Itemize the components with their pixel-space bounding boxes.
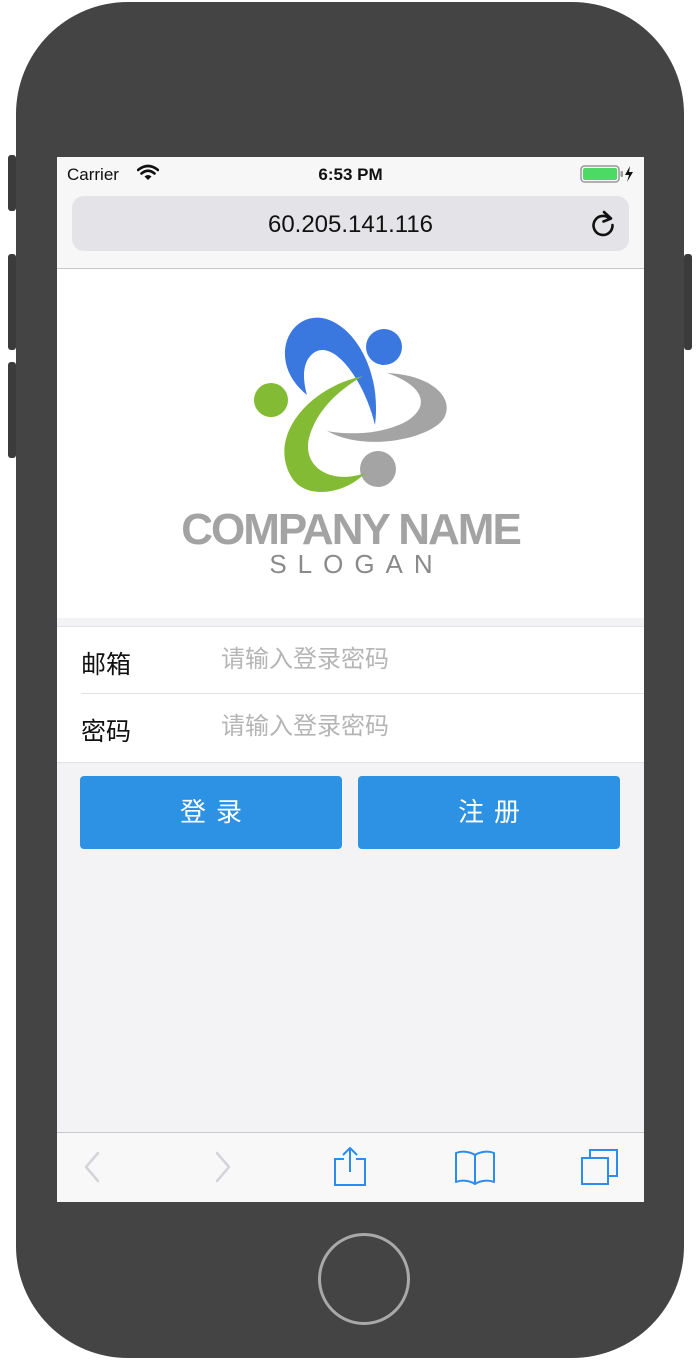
browser-toolbar [57, 1132, 644, 1202]
password-input[interactable] [221, 704, 621, 750]
home-button[interactable] [318, 1233, 410, 1325]
reload-icon[interactable] [589, 209, 617, 244]
battery-icon [580, 165, 636, 188]
back-icon[interactable] [81, 1149, 103, 1190]
logo-area: COMPANY NAME SLOGAN [57, 269, 644, 618]
company-logo-icon [254, 317, 447, 492]
company-slogan: SLOGAN [269, 549, 444, 579]
forward-icon[interactable] [212, 1149, 234, 1190]
mute-switch [8, 155, 16, 211]
email-input[interactable] [221, 637, 621, 683]
address-bar[interactable]: 60.205.141.116 [72, 196, 629, 251]
volume-down-button [8, 362, 16, 458]
email-row: 邮箱 [81, 627, 644, 694]
tabs-icon[interactable] [580, 1147, 620, 1192]
login-button[interactable]: 登录 [80, 776, 342, 849]
screen: Carrier 6:53 PM 60.205.141.116 COMPANY N… [57, 157, 644, 1202]
password-label: 密码 [81, 718, 132, 746]
email-label: 邮箱 [81, 651, 132, 679]
power-button [684, 254, 692, 350]
status-time: 6:53 PM [318, 165, 383, 184]
status-bar: Carrier 6:53 PM [57, 157, 644, 191]
password-row: 密码 [81, 694, 644, 760]
share-icon[interactable] [332, 1145, 368, 1192]
company-name: COMPANY NAME [181, 505, 522, 554]
login-form: 邮箱 密码 [57, 626, 644, 763]
url-text[interactable]: 60.205.141.116 [72, 211, 629, 239]
volume-up-button [8, 254, 16, 350]
bookmarks-icon[interactable] [454, 1149, 496, 1190]
browser-address-area: 60.205.141.116 [57, 191, 644, 269]
register-button[interactable]: 注册 [358, 776, 620, 849]
